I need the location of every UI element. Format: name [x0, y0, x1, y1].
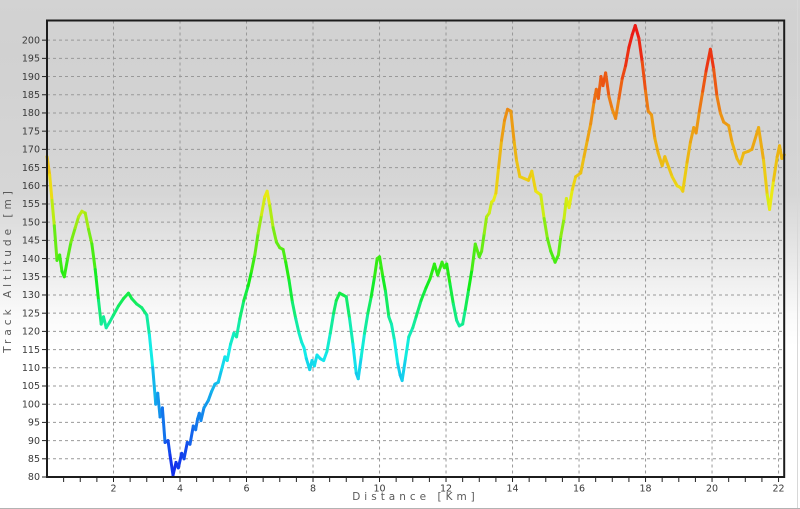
altitude-track-line: [47, 26, 784, 476]
y-tick-label: 135: [22, 272, 40, 283]
y-tick-label: 130: [22, 290, 40, 301]
y-tick-label: 140: [22, 254, 40, 265]
y-tick-label: 165: [22, 163, 40, 174]
y-tick-label: 100: [22, 399, 40, 410]
y-tick-label: 155: [22, 199, 40, 210]
plot-area: 80 85 90 95 100 105 110 115 120 125 130 135 140 145 15…: [0, 0, 800, 509]
y-tick-label: 145: [22, 236, 40, 247]
y-tick-label: 120: [22, 327, 40, 338]
y-tick-label: 190: [22, 72, 40, 83]
axis-ticks: [42, 40, 779, 482]
y-tick-label: 195: [22, 54, 40, 65]
y-tick-label: 110: [22, 363, 40, 374]
y-tick-label: 150: [22, 217, 40, 228]
x-axis-title: Distance [Km]: [47, 491, 784, 503]
x-gridlines: [114, 21, 779, 478]
y-tick-label: 85: [28, 454, 40, 465]
plot-frame: [47, 21, 784, 478]
y-tick-label: 175: [22, 126, 40, 137]
y-tick-label: 95: [28, 418, 40, 429]
y-tick-label: 125: [22, 308, 40, 319]
y-axis-title: Track Altitude [m]: [2, 40, 16, 500]
y-tick-label: 105: [22, 381, 40, 392]
y-tick-label: 170: [22, 145, 40, 156]
y-tick-label: 185: [22, 90, 40, 101]
y-tick-label: 80: [28, 472, 40, 483]
y-tick-label: 90: [28, 436, 40, 447]
y-tick-labels: 80 85 90 95 100 105 110 115 120 125 130 135 140 145 15…: [22, 35, 40, 483]
elevation-profile-window: 80 85 90 95 100 105 110 115 120 125 130 135 140 145 15…: [0, 0, 800, 509]
y-tick-label: 180: [22, 108, 40, 119]
y-tick-label: 200: [22, 35, 40, 46]
y-tick-label: 115: [22, 345, 40, 356]
y-tick-label: 160: [22, 181, 40, 192]
